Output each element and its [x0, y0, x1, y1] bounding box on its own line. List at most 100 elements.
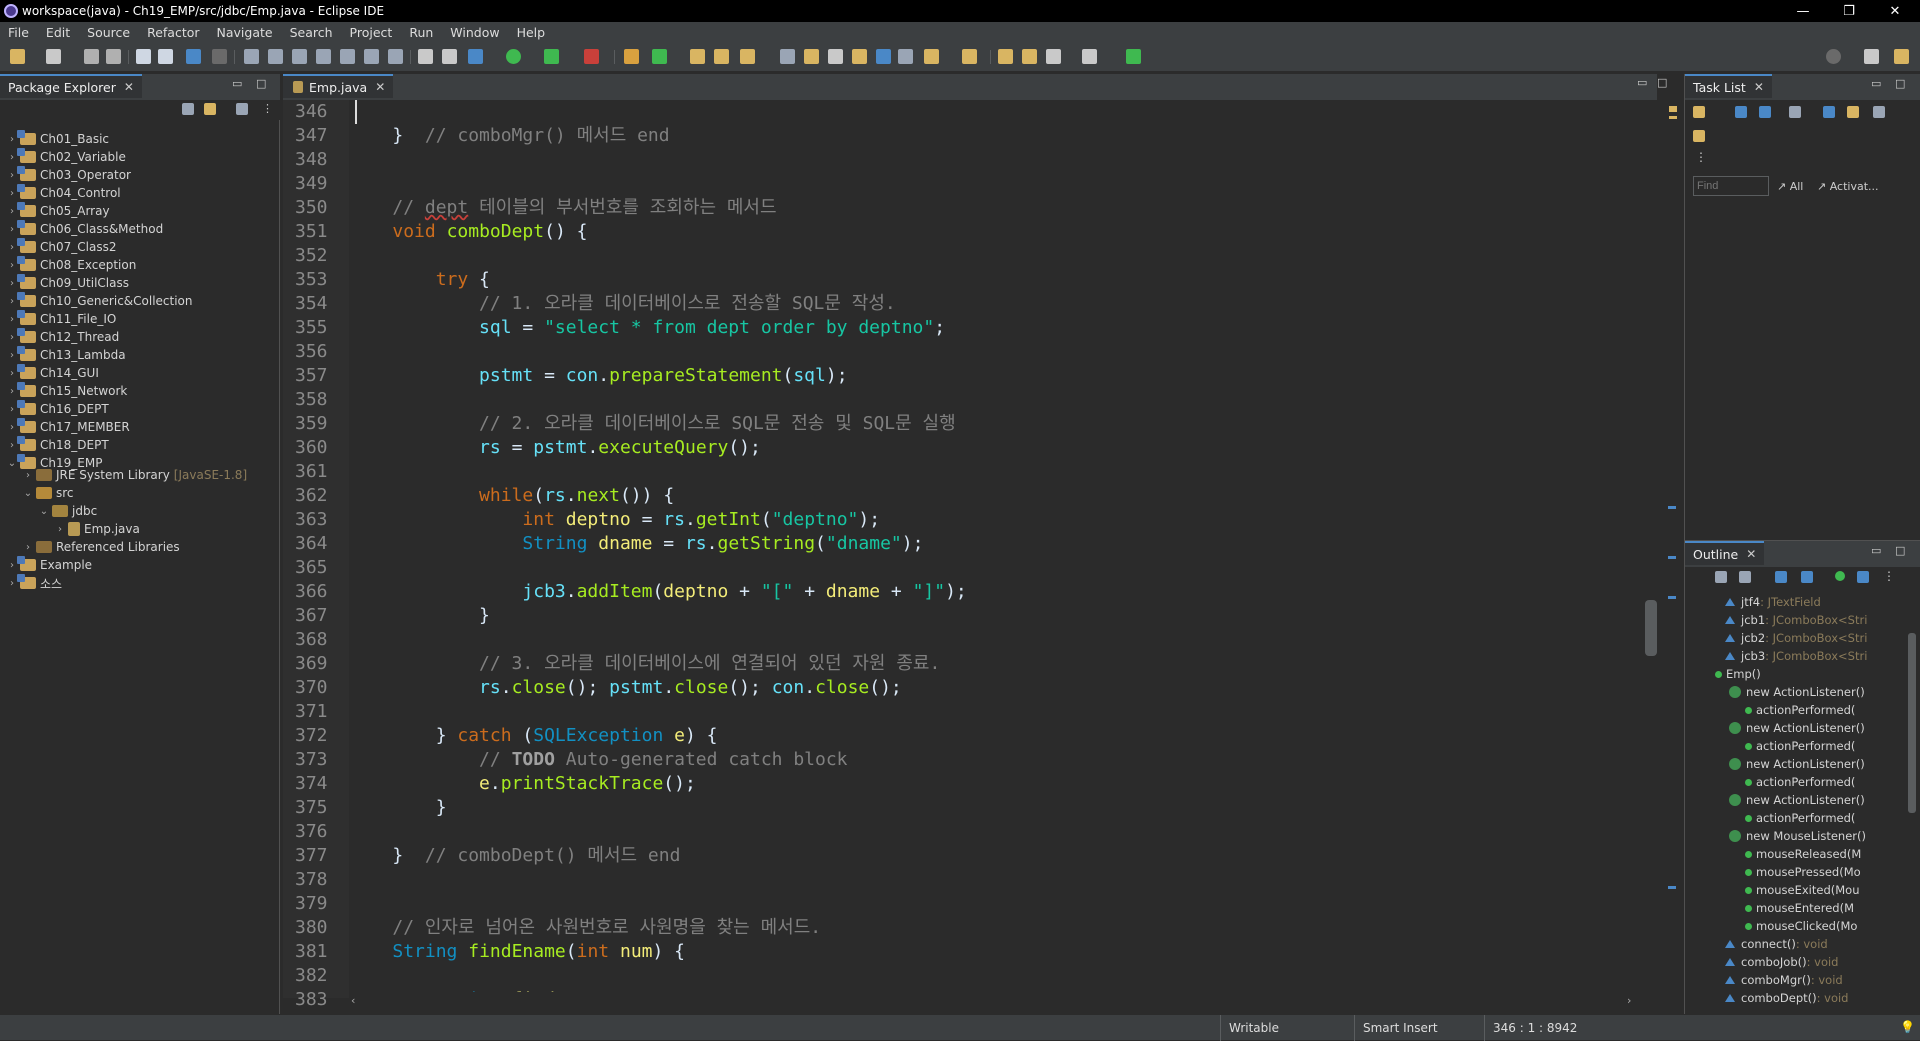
tree-item-project[interactable]: › Ch18_DEPT [6, 436, 109, 454]
undo-icon[interactable] [136, 49, 151, 64]
whitespace-icon[interactable] [876, 49, 891, 64]
prev-annotation-icon[interactable] [962, 49, 977, 64]
outline-item[interactable]: jcb3 : JComboBox<Stri [1725, 647, 1867, 665]
outline-item[interactable]: new ActionListener() [1729, 683, 1865, 701]
minimize-icon[interactable]: ▭ [1871, 544, 1881, 557]
tree-item-example[interactable]: › Example [6, 556, 92, 574]
open-perspective-icon[interactable] [1864, 49, 1879, 64]
minimize-icon[interactable]: ▭ [1871, 77, 1881, 90]
forward-history-icon[interactable] [1022, 49, 1037, 64]
maximize-icon[interactable]: □ [1657, 76, 1667, 89]
suspend-icon[interactable] [268, 49, 283, 64]
tab-emp-java[interactable]: Emp.java ✕ [283, 74, 394, 98]
hide-completed-icon[interactable] [1789, 106, 1801, 118]
show-whitespace-icon[interactable] [898, 49, 913, 64]
collapse-all-icon[interactable] [1715, 571, 1727, 583]
sort-icon[interactable] [1739, 571, 1751, 583]
run-icon[interactable] [506, 49, 521, 64]
tree-item-project[interactable]: › Ch07_Class2 [6, 238, 116, 256]
last-edit-icon[interactable] [998, 49, 1013, 64]
outline-item[interactable]: comboJob() : void [1725, 953, 1838, 971]
outline-item[interactable]: actionPerformed( [1745, 737, 1855, 755]
maximize-icon[interactable]: □ [1895, 544, 1905, 557]
outline-item[interactable]: comboDept() : void [1725, 989, 1848, 1007]
menu-navigate[interactable]: Navigate [209, 25, 282, 40]
sync-icon[interactable] [1847, 106, 1859, 118]
console-icon[interactable] [418, 49, 433, 64]
external-tools-icon[interactable] [584, 49, 599, 64]
tree-item-src[interactable]: ⌄ src [22, 484, 74, 502]
minimize-button[interactable]: — [1780, 0, 1826, 22]
view-menu-icon[interactable]: ⋮ [262, 102, 273, 115]
tree-item-jre[interactable]: › JRE System Library [JavaSE-1.8] [22, 466, 247, 484]
horizontal-scrollbar[interactable]: ‹ › [349, 992, 1639, 1010]
block-selection-icon[interactable] [828, 49, 843, 64]
pin-editor-icon[interactable] [1126, 49, 1141, 64]
tree-item-project[interactable]: › Ch12_Thread [6, 328, 119, 346]
outline-item[interactable]: mouseExited(Mou [1745, 881, 1859, 899]
tree-item-project[interactable]: › Ch06_Class&Method [6, 220, 163, 238]
search-tools-icon[interactable] [740, 49, 755, 64]
tree-item-project[interactable]: › Ch05_Array [6, 202, 110, 220]
outline-item[interactable]: jcb2 : JComboBox<Stri [1725, 629, 1867, 647]
skip-breakpoints-icon[interactable] [212, 49, 227, 64]
outline-item[interactable]: new ActionListener() [1729, 719, 1865, 737]
minimize-icon[interactable]: ▭ [1637, 76, 1647, 89]
new-class-icon[interactable] [690, 49, 705, 64]
scroll-right-icon[interactable]: › [1627, 994, 1631, 1007]
categorize-icon[interactable] [1735, 106, 1747, 118]
hide-nonpublic-icon[interactable] [1835, 571, 1845, 581]
find-input[interactable] [1693, 176, 1769, 196]
terminate-icon[interactable] [292, 49, 307, 64]
outline-item[interactable]: new ActionListener() [1729, 755, 1865, 773]
outline-item[interactable]: mousePressed(Mo [1745, 863, 1861, 881]
next-annotation-icon[interactable] [924, 49, 939, 64]
task-repo-icon[interactable] [1693, 130, 1705, 142]
outline-item[interactable]: jcb1 : JComboBox<Stri [1725, 611, 1867, 629]
coverage-icon[interactable] [544, 49, 559, 64]
search-icon[interactable] [1826, 49, 1841, 64]
step-over-icon[interactable] [364, 49, 379, 64]
tree-item-project[interactable]: › Ch15_Network [6, 382, 127, 400]
save-all-icon[interactable] [106, 49, 121, 64]
outline-item[interactable]: jtf4 : JTextField [1725, 593, 1821, 611]
new-task-icon[interactable] [1693, 106, 1705, 118]
annotation-icon[interactable] [780, 49, 795, 64]
tree-item-sosu[interactable]: › 소스 [6, 574, 62, 592]
menu-run[interactable]: Run [401, 25, 442, 40]
focus-icon[interactable] [1823, 106, 1835, 118]
outline-item[interactable]: mouseEntered(M [1745, 899, 1854, 917]
collapse-all-icon[interactable] [182, 103, 194, 115]
filter-icon[interactable] [236, 103, 248, 115]
scroll-thumb[interactable] [1645, 600, 1657, 656]
menu-search[interactable]: Search [282, 25, 342, 40]
tree-item-project[interactable]: › Ch04_Control [6, 184, 121, 202]
step-into-icon[interactable] [340, 49, 355, 64]
save-icon[interactable] [84, 49, 99, 64]
resume-icon[interactable] [244, 49, 259, 64]
tree-item-project[interactable]: › Ch09_UtilClass [6, 274, 129, 292]
tab-package-explorer[interactable]: Package Explorer ✕ [0, 74, 142, 98]
back-icon[interactable] [1046, 49, 1061, 64]
view-menu-icon[interactable]: ⋮ [1695, 150, 1707, 164]
outline-vertical-scrollbar[interactable] [1907, 593, 1917, 1003]
tree-item-project[interactable]: › Ch10_Generic&Collection [6, 292, 193, 310]
maximize-icon[interactable]: □ [1895, 77, 1905, 90]
new-package-icon[interactable] [652, 49, 667, 64]
scroll-thumb[interactable] [1908, 633, 1916, 813]
outline-item[interactable]: actionPerformed( [1745, 773, 1855, 791]
open-type-icon[interactable] [714, 49, 729, 64]
tab-outline[interactable]: Outline ✕ [1685, 541, 1765, 565]
menu-project[interactable]: Project [342, 25, 402, 40]
maximize-button[interactable]: ❐ [1826, 0, 1872, 22]
scheduled-icon[interactable] [1759, 106, 1771, 118]
close-icon[interactable]: ✕ [375, 80, 385, 94]
tree-item-project[interactable]: › Ch17_MEMBER [6, 418, 130, 436]
tree-item-project[interactable]: › Ch16_DEPT [6, 400, 109, 418]
build-icon[interactable] [186, 49, 201, 64]
new-java-project-icon[interactable] [624, 49, 639, 64]
outline-item[interactable]: connect() : void [1725, 935, 1828, 953]
toggle-mark-icon[interactable] [804, 49, 819, 64]
tree-item-jdbc[interactable]: ⌄ jdbc [38, 502, 97, 520]
hide-static-icon[interactable] [1801, 571, 1813, 583]
